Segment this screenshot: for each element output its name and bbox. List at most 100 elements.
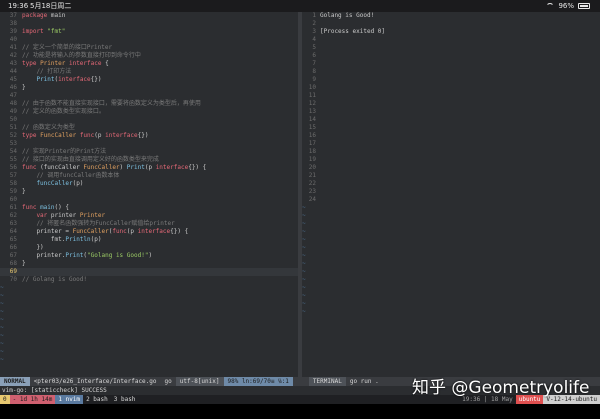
code-line[interactable]: 70 // Golang is Good!	[0, 276, 298, 284]
terminal-line[interactable]: 20	[302, 164, 600, 172]
code-line[interactable]: 51 // 函数定义为类型	[0, 124, 298, 132]
code-line[interactable]: 54 // 实现Printer的Print方法	[0, 148, 298, 156]
terminal-line[interactable]: 17	[302, 140, 600, 148]
code-line[interactable]: 49 // 定义的函数类型实现接口。	[0, 108, 298, 116]
terminal-line[interactable]: 2	[302, 20, 600, 28]
code-line[interactable]: 66 })	[0, 244, 298, 252]
line-number: 63	[9, 220, 17, 227]
terminal-line[interactable]: 13	[302, 108, 600, 116]
editor-pane[interactable]: 37 package main 38 39 import "fmt" 40 41 // 定义一…	[0, 12, 298, 377]
line-number: 7	[312, 60, 316, 67]
terminal-line[interactable]: 15	[302, 124, 600, 132]
code-line[interactable]: 65 fmt.Println(p)	[0, 236, 298, 244]
code-line[interactable]: 40	[0, 36, 298, 44]
line-number: 9	[312, 76, 316, 83]
code-line[interactable]: 60	[0, 196, 298, 204]
code-text: import "fmt"	[22, 28, 65, 36]
code-line[interactable]: 53	[0, 140, 298, 148]
terminal-line[interactable]: 3 [Process exited 0]	[302, 28, 600, 36]
terminal-line[interactable]: 7	[302, 60, 600, 68]
terminal-line[interactable]: 1 Golang is Good!	[302, 12, 600, 20]
terminal-line[interactable]: 10	[302, 84, 600, 92]
line-number: 17	[308, 140, 316, 147]
tilde-marker: ~	[0, 308, 4, 315]
code-line[interactable]: 55 // 接口的实现由直接调用定义好的函数类型来完成	[0, 156, 298, 164]
terminal-line[interactable]: 5	[302, 44, 600, 52]
code-line[interactable]: 52 type FuncCaller func(p interface{})	[0, 132, 298, 140]
code-line[interactable]: 39 import "fmt"	[0, 28, 298, 36]
device-time: 19:36	[8, 2, 29, 10]
line-number: 10	[308, 84, 316, 91]
tmux-window-bash-2[interactable]: 2 bash	[83, 395, 111, 404]
code-line[interactable]: 48 // 由于函数不能直接实现接口，需要将函数定义为类型后，再使用	[0, 100, 298, 108]
terminal-line[interactable]: 24	[302, 196, 600, 204]
code-token: }	[22, 260, 26, 267]
code-line[interactable]: 43 type Printer interface {	[0, 60, 298, 68]
code-line[interactable]: 41 // 定义一个简单的接口Printer	[0, 44, 298, 52]
terminal-line[interactable]: 12	[302, 100, 600, 108]
line-number: 55	[9, 156, 17, 163]
code-token: (p	[144, 164, 156, 171]
code-token: funcCaller	[22, 180, 73, 187]
code-line[interactable]: 44 // 打印方法	[0, 68, 298, 76]
tmux-window-nvim[interactable]: 1 nvim	[55, 395, 84, 404]
code-line[interactable]: 42 // 功能是将输入的参数直接打印到命令行中	[0, 52, 298, 60]
line-number: 68	[9, 260, 17, 267]
code-line[interactable]: 68}	[0, 260, 298, 268]
terminal-line[interactable]: 16	[302, 132, 600, 140]
code-line[interactable]: 37 package main	[0, 12, 298, 20]
code-text: // 将匿名函数强转为FuncCaller赋值给printer	[22, 220, 174, 228]
device-date: 5月18日周二	[30, 2, 72, 10]
code-text: // 由于函数不能直接实现接口，需要将函数定义为类型后，再使用	[22, 100, 201, 108]
code-text: // 定义的函数类型实现接口。	[22, 108, 105, 116]
terminal-line[interactable]: 4	[302, 36, 600, 44]
code-token: {}) {	[170, 228, 189, 235]
terminal-line[interactable]: 11	[302, 92, 600, 100]
code-line[interactable]: 38	[0, 20, 298, 28]
code-line[interactable]: 46}	[0, 84, 298, 92]
code-line[interactable]: 59}	[0, 188, 298, 196]
line-number: 69	[9, 268, 17, 275]
line-number: 11	[308, 92, 316, 99]
terminal-line[interactable]: 22	[302, 180, 600, 188]
terminal-line[interactable]: 19	[302, 156, 600, 164]
code-line[interactable]: 69	[0, 268, 298, 276]
terminal-line[interactable]: 18	[302, 148, 600, 156]
tilde-marker: ~	[302, 204, 306, 211]
line-number: 38	[9, 20, 17, 27]
terminal-line[interactable]: 8	[302, 68, 600, 76]
line-number: 45	[9, 76, 17, 83]
line-number: 56	[9, 164, 17, 171]
tmux-session[interactable]: 0	[0, 395, 10, 404]
code-line[interactable]: 62 var printer Printer	[0, 212, 298, 220]
code-line[interactable]: 63 // 将匿名函数强转为FuncCaller赋值给printer	[0, 220, 298, 228]
code-token: func	[112, 228, 127, 235]
code-line[interactable]: 45 Print(interface{})	[0, 76, 298, 84]
terminal-line[interactable]: 14	[302, 116, 600, 124]
terminal-line[interactable]: 23	[302, 188, 600, 196]
empty-buffer-line: ~	[0, 316, 298, 324]
terminal-pane[interactable]: 1 Golang is Good! 2 3 [Process exited 0] 4 5 6 7…	[302, 12, 600, 377]
code-line[interactable]: 47	[0, 92, 298, 100]
tilde-marker: ~	[0, 316, 4, 323]
code-line[interactable]: 50	[0, 116, 298, 124]
code-line[interactable]: 67 printer.Print("Golang is Good!")	[0, 252, 298, 260]
tilde-marker: ~	[302, 268, 306, 275]
code-token: FuncCaller	[83, 164, 120, 171]
terminal-line[interactable]: 6	[302, 52, 600, 60]
code-line[interactable]: 64 printer = FuncCaller(func(p interface…	[0, 228, 298, 236]
tilde-marker: ~	[302, 308, 306, 315]
code-line[interactable]: 61 func main() {	[0, 204, 298, 212]
code-line[interactable]: 58 funcCaller(p)	[0, 180, 298, 188]
line-number: 23	[308, 188, 316, 195]
empty-buffer-line: ~	[302, 236, 600, 244]
terminal-line[interactable]: 21	[302, 172, 600, 180]
line-number: 57	[9, 172, 17, 179]
code-line[interactable]: 56 func (funcCaller FuncCaller) Print(p i…	[0, 164, 298, 172]
empty-buffer-line: ~	[0, 308, 298, 316]
code-token: FuncCaller	[72, 228, 109, 235]
terminal-line[interactable]: 9	[302, 76, 600, 84]
code-token: {	[105, 60, 109, 67]
tmux-window-bash-3[interactable]: 3 bash	[111, 395, 139, 404]
code-line[interactable]: 57 // 调用funcCaller函数本体	[0, 172, 298, 180]
